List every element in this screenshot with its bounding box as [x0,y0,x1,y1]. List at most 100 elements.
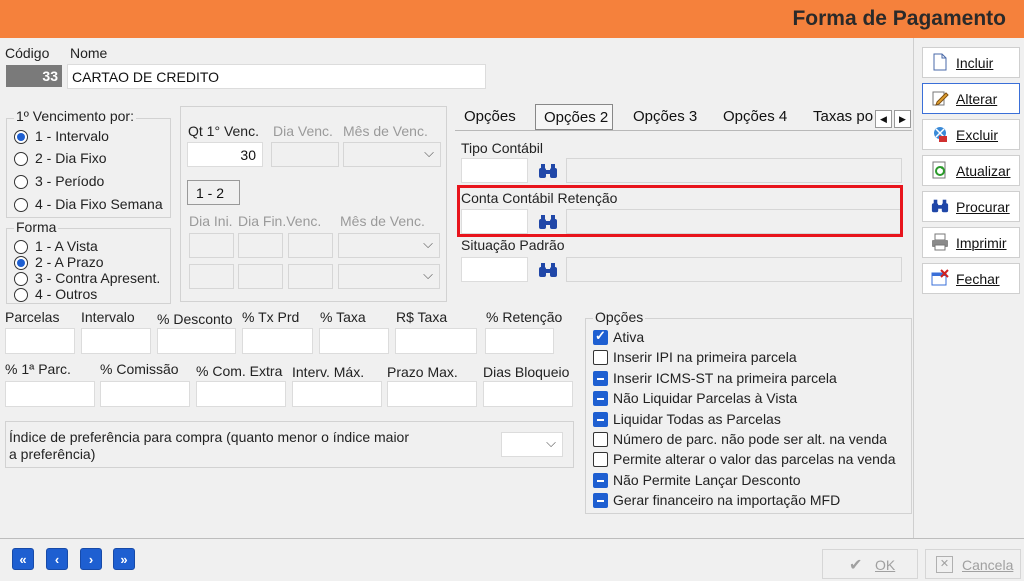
excluir-label: Excluir [956,127,999,143]
alterar-button[interactable]: Alterar [922,83,1020,114]
footer-divider [0,538,1024,539]
tab-taxas-label: Taxas po [813,108,874,125]
binoculars-icon[interactable] [538,162,558,180]
printer-icon [931,233,949,251]
ok-button[interactable]: ✔ OK [822,549,918,579]
situacao-padrao-desc [566,257,902,282]
com-extra-input[interactable] [196,381,286,407]
next-record-icon[interactable]: › [80,548,102,570]
desconto-label: % Desconto [157,311,233,327]
imprimir-button[interactable]: Imprimir [922,227,1020,258]
binoculars-icon[interactable] [538,261,558,279]
interv-max-label: Interv. Máx. [292,364,365,380]
comissao-input[interactable] [100,381,190,407]
radio-contra-apresent[interactable] [14,272,28,286]
window-title: Forma de Pagamento [792,7,1006,30]
procurar-button[interactable]: Procurar [922,191,1020,222]
primeira-parc-label: % 1ª Parc. [5,361,71,377]
radio-outros[interactable] [14,288,28,302]
rs-taxa-label: R$ Taxa [396,309,448,325]
tab-opcoes-3[interactable]: Opções 3 [633,104,697,130]
nome-input[interactable]: CARTAO DE CREDITO [67,64,486,89]
tab-opcoes[interactable]: Opções [464,104,516,130]
tx-prd-input[interactable] [242,328,313,354]
primeira-parc-input[interactable] [5,381,95,407]
taxa-input[interactable] [319,328,389,354]
prev-record-icon[interactable]: ‹ [46,548,68,570]
radio-intervalo[interactable] [14,130,28,144]
dia-venc-input[interactable] [271,142,339,167]
intervalo-input[interactable] [81,328,151,354]
radio-dia-fixo[interactable] [14,152,28,166]
binoculars-icon [931,197,949,215]
tab-opcoes-4[interactable]: Opções 4 [723,104,787,130]
new-document-icon [931,53,949,71]
mes-venc2-label: Mês de Venc. [340,213,425,229]
rs-taxa-input[interactable] [395,328,477,354]
opcao-checkbox[interactable] [593,432,608,447]
highlight-box [457,185,903,237]
dia-fin-input-4[interactable] [288,264,333,289]
opcao-label: Inserir ICMS-ST na primeira parcela [613,369,837,386]
sidebar-divider [913,38,914,538]
mes-venc-select[interactable]: ⌵ [343,142,441,167]
forma-label: Forma [14,219,59,235]
desconto-input[interactable] [157,328,236,354]
excluir-button[interactable]: Excluir [922,119,1020,150]
chevron-down-icon: ⌵ [424,145,434,160]
fechar-button[interactable]: Fechar [922,263,1020,294]
first-record-icon[interactable]: « [12,548,34,570]
opcao-checkbox[interactable] [593,472,608,488]
last-record-icon[interactable]: » [113,548,135,570]
radio-periodo[interactable] [14,175,28,189]
mes-venc-select-3[interactable]: ⌵ [338,264,440,289]
tab-opcoes-2[interactable]: Opções 2 [535,104,613,130]
cancela-button[interactable]: ✕ Cancela [925,549,1021,579]
opcao-checkbox[interactable] [593,493,608,509]
parcelas-input[interactable] [5,328,75,354]
dia-ini-input-2[interactable] [189,264,234,289]
title-bar: Forma de Pagamento [0,0,1024,38]
tab-opcoes-4-label: Opções 4 [723,108,788,125]
atualizar-button[interactable]: Atualizar [922,155,1020,186]
dia-fin-input-3[interactable] [238,264,283,289]
radio-a-vista-label: 1 - A Vista [35,238,98,254]
opcao-checkbox[interactable] [593,370,608,386]
dia-ini-input-1[interactable] [189,233,234,258]
opcao-checkbox[interactable] [593,391,608,407]
prazo-max-input[interactable] [387,381,477,407]
dias-bloqueio-input[interactable] [483,381,573,407]
dia-venc-label: Dia Venc. [273,123,333,139]
opcao-checkbox[interactable] [593,328,608,345]
dia-fin-input-1[interactable] [238,233,283,258]
codigo-field: 33 [6,65,62,87]
radio-dia-fixo-label: 2 - Dia Fixo [35,150,107,166]
dia-fin-input-2[interactable] [288,233,333,258]
delete-icon [931,125,949,143]
indice-label-line2: a preferência) [9,446,96,462]
qt-venc-input[interactable]: 30 [187,142,263,167]
opcao-label: Gerar financeiro na importação MFD [613,492,841,509]
retencao-input[interactable] [485,328,554,354]
tab-scroll-left-icon[interactable]: ◀ [875,110,892,128]
tab-strip-line [455,130,912,131]
radio-dia-fixo-semana[interactable] [14,198,28,212]
range-value: 1 - 2 [196,185,225,201]
tab-taxas[interactable]: Taxas po [813,104,873,130]
opcao-checkbox[interactable] [593,452,608,468]
interv-max-input[interactable] [292,381,382,407]
tipo-contabil-input[interactable] [461,158,528,183]
mes-venc-select-2[interactable]: ⌵ [338,233,440,258]
radio-a-prazo[interactable] [14,256,28,270]
opcao-label: Permite alterar o valor das parcelas na … [613,451,896,468]
incluir-button[interactable]: Incluir [922,47,1020,78]
tab-scroll-right-icon[interactable]: ▶ [894,110,911,128]
radio-a-vista[interactable] [14,240,28,254]
cancela-label: Cancela [962,557,1014,573]
opcao-label: Inserir IPI na primeira parcela [613,349,797,366]
opcao-checkbox[interactable] [593,350,608,366]
radio-a-prazo-label: 2 - A Prazo [35,254,104,270]
indice-select[interactable]: ⌵ [501,432,563,457]
opcao-checkbox[interactable] [593,411,608,427]
situacao-padrao-input[interactable] [461,257,528,282]
